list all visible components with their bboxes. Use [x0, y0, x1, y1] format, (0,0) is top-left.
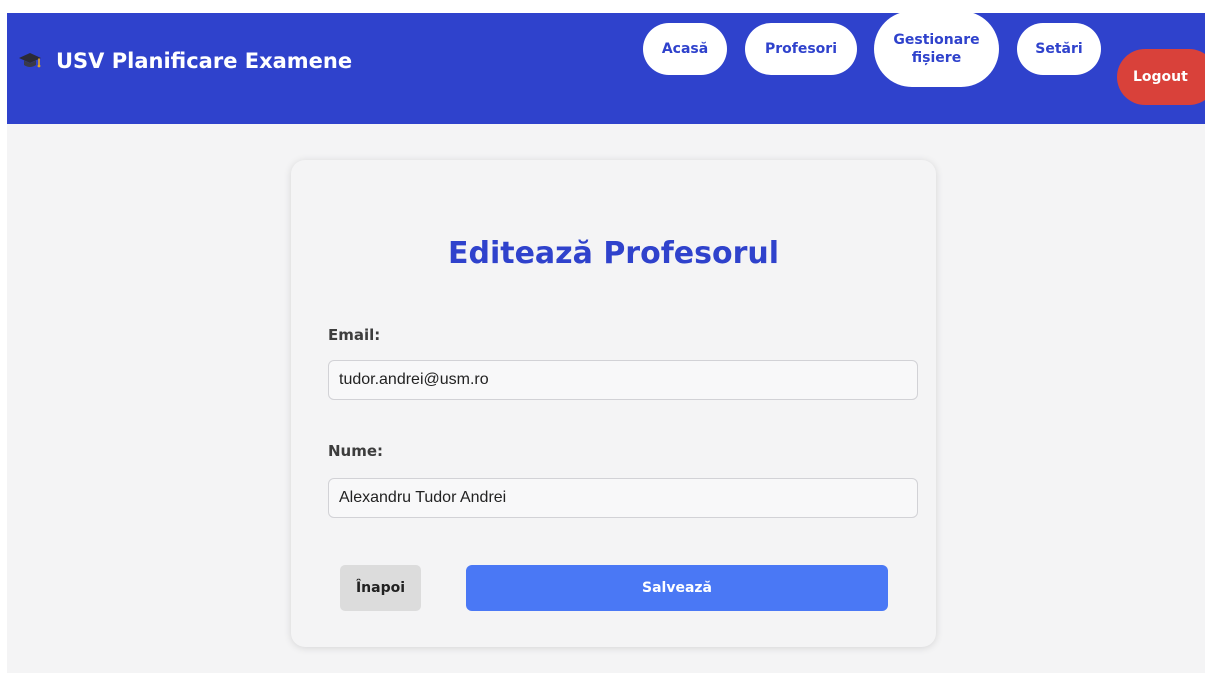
graduation-cap-icon [17, 48, 43, 74]
name-label: Nume: [328, 442, 384, 460]
logout-button[interactable]: Logout [1117, 49, 1205, 105]
email-label: Email: [328, 326, 381, 344]
brand-title: USV Planificare Examene [56, 49, 353, 73]
back-button[interactable]: Înapoi [340, 565, 421, 611]
edit-professor-card: Editează Profesorul Email: Nume: Înapoi … [291, 160, 936, 647]
nav-home-button[interactable]: Acasă [643, 23, 727, 75]
name-field[interactable] [328, 478, 918, 518]
save-button[interactable]: Salvează [466, 565, 888, 611]
navbar: USV Planificare Examene Acasă Profesori … [7, 13, 1205, 124]
nav-gestionare-fisiere-button[interactable]: Gestionare fișiere [874, 13, 999, 87]
nav-setari-button[interactable]: Setări [1017, 23, 1101, 75]
email-field[interactable] [328, 360, 918, 400]
page: USV Planificare Examene Acasă Profesori … [7, 13, 1205, 673]
nav-profesori-button[interactable]: Profesori [745, 23, 857, 75]
brand[interactable]: USV Planificare Examene [17, 43, 352, 79]
page-title: Editează Profesorul [447, 236, 780, 271]
